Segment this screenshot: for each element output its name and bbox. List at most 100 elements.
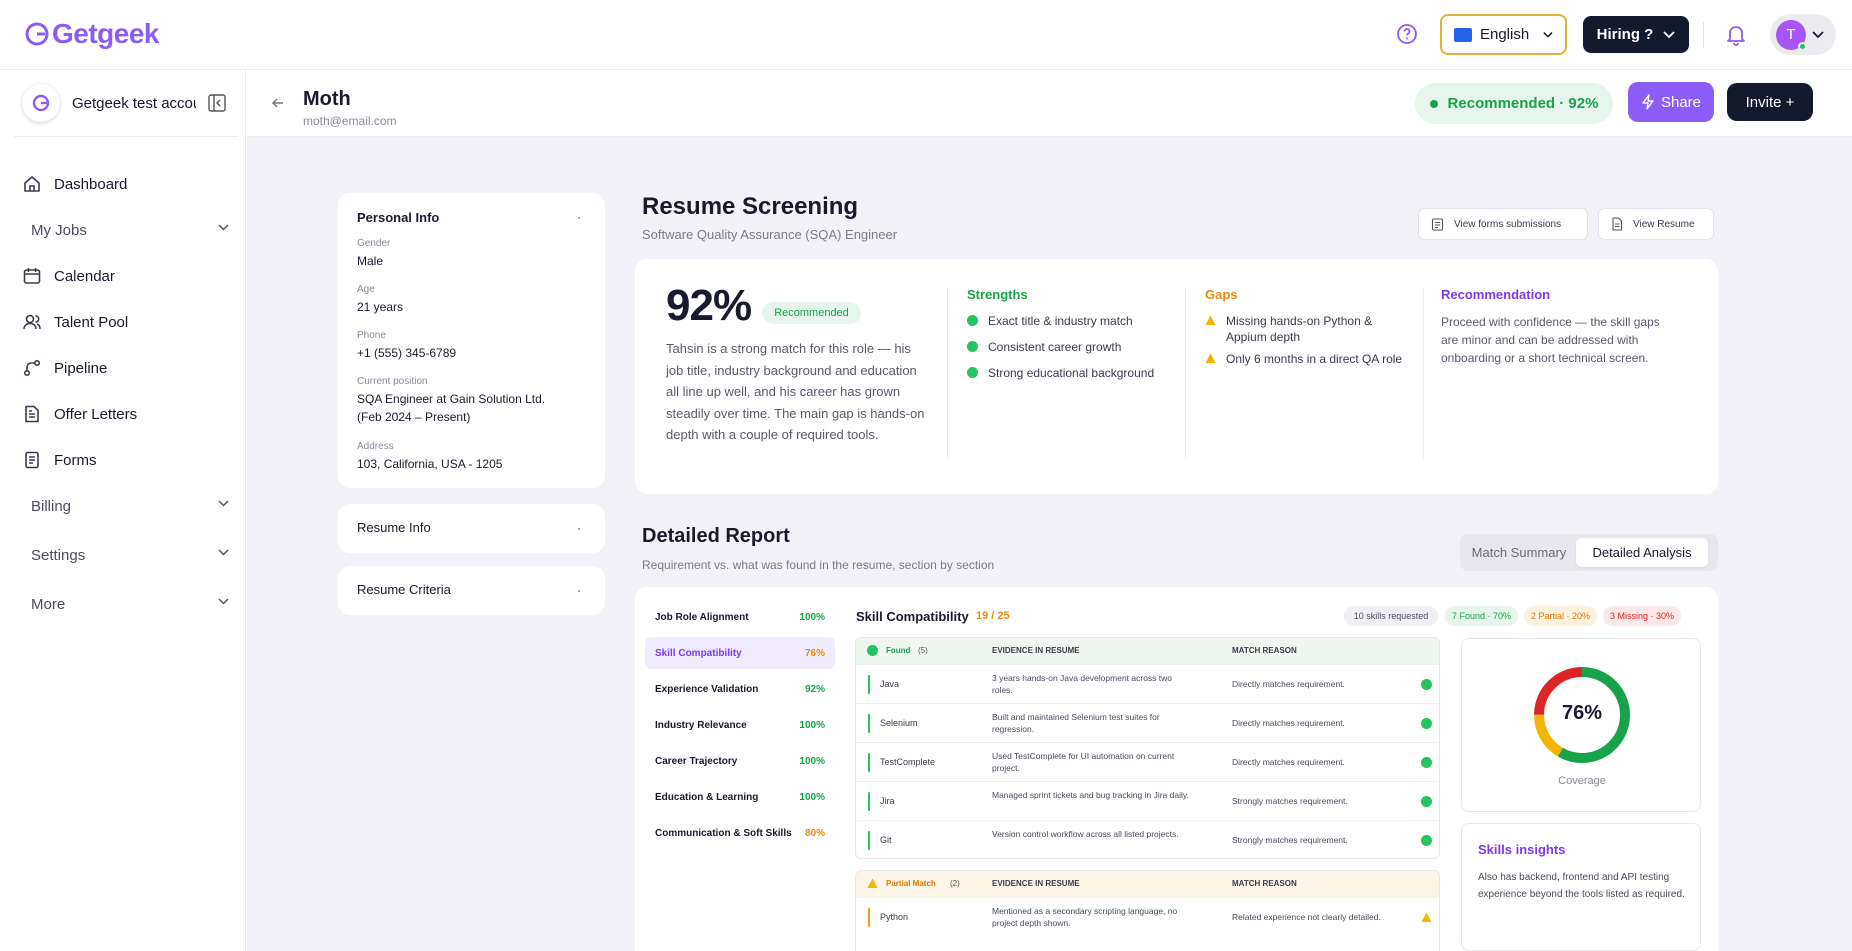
evidence-text: Built and maintained Selenium test suite…: [992, 712, 1160, 734]
resume-criteria-panel[interactable]: Resume Criteria: [338, 566, 605, 615]
field-label: Current position: [357, 376, 428, 387]
evidence-text: Managed sprint tickets and bug tracking …: [992, 790, 1189, 800]
check-circle-icon: [867, 645, 878, 656]
home-icon: [24, 176, 40, 192]
brand-logo[interactable]: Getgeek: [24, 18, 160, 50]
table-row: Java 3 years hands-on Java development ac…: [856, 664, 1439, 703]
status-bar: [868, 792, 870, 811]
resume-screening-title: Resume Screening: [642, 193, 859, 220]
strengths-title: Strengths: [967, 287, 1028, 302]
brand-name: Getgeek: [52, 18, 160, 49]
detailed-analysis-card: Job Role Alignment 100% Skill Compatibili…: [635, 587, 1718, 951]
check-circle-icon: [1421, 679, 1432, 690]
skill-compatibility-title: Skill Compatibility: [856, 609, 969, 624]
hiring-menu-button[interactable]: Hiring ?: [1583, 16, 1689, 53]
table-header: Partial Match (2) EVIDENCE IN RESUME MAT…: [856, 871, 1439, 897]
coverage-card: 76% Coverage: [1461, 638, 1701, 812]
criterion-career-trajectory[interactable]: Career Trajectory 100%: [645, 745, 835, 777]
collapse-sidebar-icon[interactable]: [208, 94, 226, 112]
partial-skills-table: Partial Match (2) EVIDENCE IN RESUME MAT…: [855, 870, 1440, 951]
status-bar: [868, 753, 870, 772]
criterion-education-learning[interactable]: Education & Learning 100%: [645, 781, 835, 813]
candidate-email: moth@email.com: [303, 114, 397, 128]
table-header: Found (5) EVIDENCE IN RESUME MATCH REASO…: [856, 638, 1439, 664]
check-circle-icon: [1421, 718, 1432, 729]
divider: [947, 287, 948, 459]
skills-requested-chip: 10 skills requested: [1344, 606, 1438, 626]
share-button[interactable]: Share: [1628, 82, 1714, 122]
sidebar-item-calendar[interactable]: Calendar: [22, 256, 228, 296]
sidebar-item-settings[interactable]: Settings: [31, 535, 237, 575]
strength-item: Consistent career growth: [967, 339, 1121, 355]
flag-icon: [1454, 27, 1472, 42]
resume-criteria-title: Resume Criteria: [357, 582, 451, 597]
resume-info-panel[interactable]: Resume Info: [338, 504, 605, 553]
view-forms-submissions-button[interactable]: View forms submissions: [1418, 208, 1588, 240]
sidebar-item-my-jobs[interactable]: My Jobs: [31, 210, 237, 250]
warning-icon: [1205, 315, 1216, 325]
sidebar-item-pipeline[interactable]: Pipeline: [22, 348, 228, 388]
chevron-down-icon: [1543, 31, 1553, 38]
collapse-indicator-icon[interactable]: [578, 217, 580, 219]
coverage-percentage: 76%: [1561, 702, 1603, 724]
chevron-down-icon: [1663, 30, 1675, 38]
criterion-communication-soft-skills[interactable]: Communication & Soft Skills 80%: [645, 817, 835, 849]
sidebar-item-dashboard[interactable]: Dashboard: [22, 164, 228, 204]
sidebar-item-label: More: [31, 595, 66, 613]
chevron-down-icon: [1812, 30, 1824, 38]
bell-icon[interactable]: [1726, 24, 1746, 46]
sidebar-item-offer-letters[interactable]: Offer Letters: [22, 394, 228, 434]
divider: [1185, 287, 1186, 459]
field-value: SQA Engineer at Gain Solution Ltd. (Feb …: [357, 392, 546, 424]
status-bar: [868, 714, 870, 733]
back-arrow-icon[interactable]: [272, 98, 284, 108]
recommendation-text: Proceed with confidence — the skill gaps…: [1441, 315, 1660, 365]
user-menu[interactable]: T: [1770, 14, 1836, 55]
sidebar-item-label: Settings: [31, 546, 86, 564]
recommended-status-badge: Recommended · 92%: [1415, 83, 1613, 124]
sidebar-item-more[interactable]: More: [31, 584, 237, 624]
screening-summary-text: Tahsin is a strong match for this role —…: [666, 341, 925, 442]
sidebar-item-forms[interactable]: Forms: [22, 440, 228, 480]
resume-info-title: Resume Info: [357, 520, 431, 535]
personal-info-title[interactable]: Personal Info: [357, 210, 439, 225]
match-reason: Directly matches requirement.: [1232, 718, 1345, 728]
report-view-tabs: Match Summary Detailed Analysis: [1460, 534, 1718, 571]
warning-icon: [1421, 912, 1432, 922]
online-status-dot: [1798, 41, 1807, 51]
check-circle-icon: [1421, 757, 1432, 768]
evidence-text: Mentioned as a secondary scripting langu…: [992, 906, 1178, 928]
criterion-job-role-alignment[interactable]: Job Role Alignment 100%: [645, 601, 835, 633]
criterion-experience-validation[interactable]: Experience Validation 92%: [645, 673, 835, 705]
sidebar-item-billing[interactable]: Billing: [31, 486, 237, 526]
invite-button[interactable]: Invite +: [1727, 83, 1813, 121]
evidence-text: Version control workflow across all list…: [992, 829, 1179, 839]
sidebar-item-label: Talent Pool: [54, 313, 129, 331]
account-switcher[interactable]: Getgeek test account: [22, 84, 238, 122]
recommended-badge: Recommended: [762, 302, 861, 324]
detailed-report-title: Detailed Report: [642, 525, 790, 547]
language-select[interactable]: English: [1440, 14, 1567, 55]
status-dot: [1429, 99, 1438, 108]
collapse-indicator-icon: [578, 528, 580, 530]
tab-detailed-analysis[interactable]: Detailed Analysis: [1576, 538, 1708, 567]
pipeline-icon: [23, 359, 41, 377]
sidebar-item-label: Forms: [54, 451, 97, 469]
match-reason: Directly matches requirement.: [1232, 679, 1345, 689]
chevron-down-icon: [218, 549, 229, 556]
sidebar-item-talent-pool[interactable]: Talent Pool: [22, 302, 228, 342]
personal-info-card: Personal Info Gender Male Age 21 years P…: [338, 193, 605, 488]
criterion-skill-compatibility[interactable]: Skill Compatibility 76%: [645, 637, 835, 669]
field-label: Gender: [357, 238, 391, 249]
skill-name: Java: [880, 679, 900, 689]
divider: [1703, 22, 1704, 48]
view-resume-button[interactable]: View Resume: [1598, 208, 1714, 240]
chevron-down-icon: [218, 598, 229, 605]
match-reason: Directly matches requirement.: [1232, 757, 1345, 767]
tab-match-summary[interactable]: Match Summary: [1466, 538, 1572, 567]
match-reason: Strongly matches requirement.: [1232, 796, 1348, 806]
help-icon[interactable]: [1396, 23, 1420, 47]
skills-insights-title: Skills insights: [1478, 842, 1566, 857]
table-row: TestComplete Used TestComplete for UI aut…: [856, 742, 1439, 781]
criterion-industry-relevance[interactable]: Industry Relevance 100%: [645, 709, 835, 741]
